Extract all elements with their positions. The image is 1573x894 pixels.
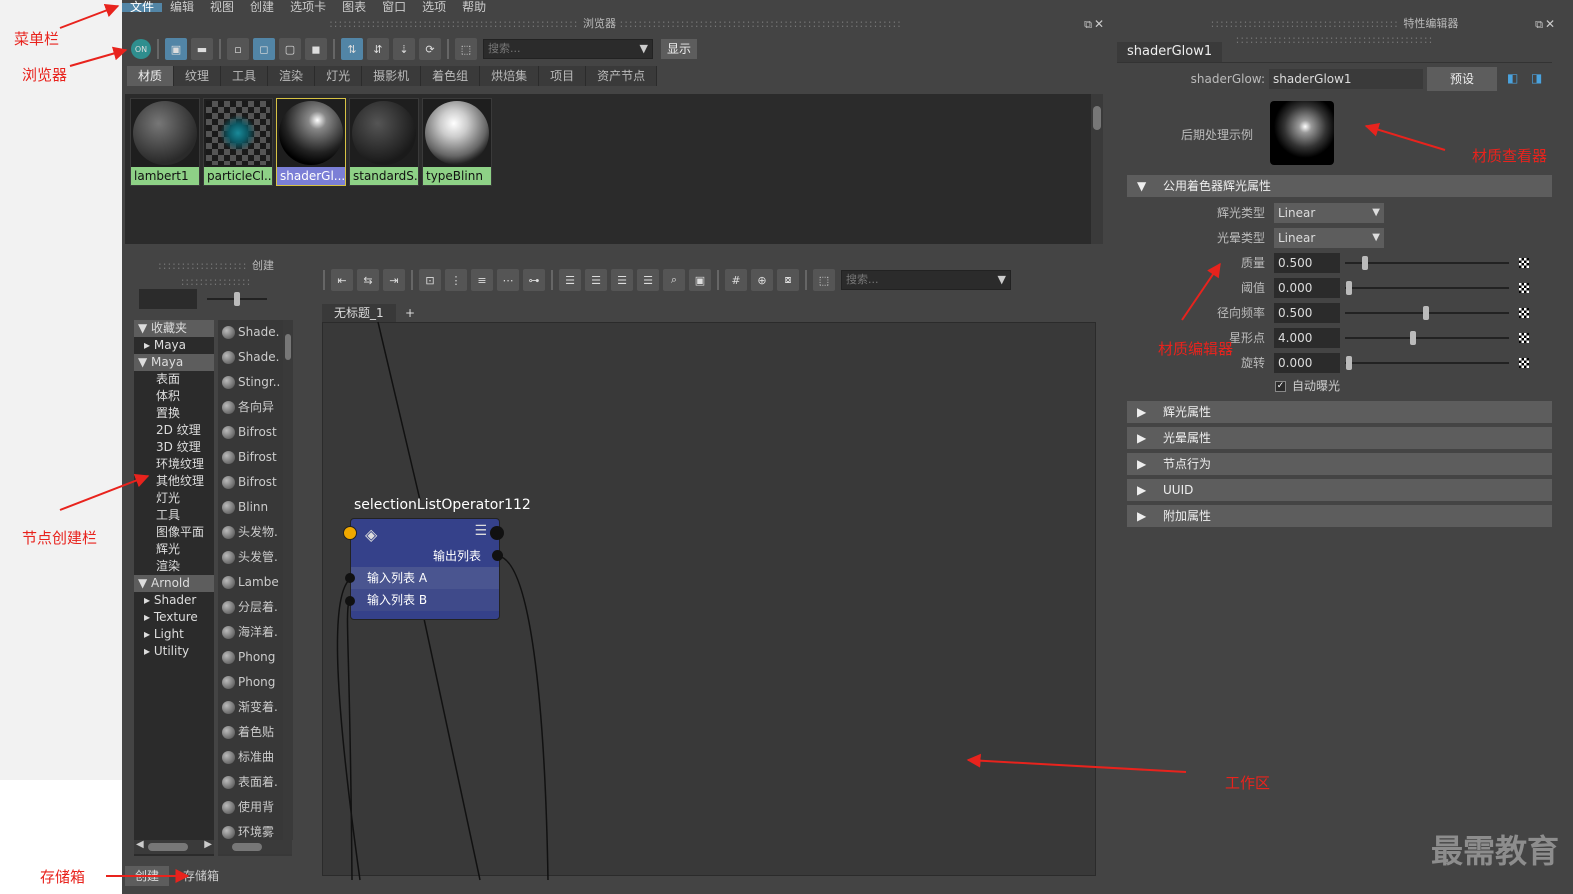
annotation-viewer: 材质查看器 — [1472, 147, 1548, 165]
annotation-menubar: 菜单栏 — [14, 30, 60, 48]
annotation-workspace: 工作区 — [1225, 774, 1271, 792]
watermark: 最需教育 — [1430, 832, 1559, 870]
annotation-bin: 存储箱 — [40, 868, 86, 886]
annotation-editor: 材质编辑器 — [1158, 340, 1234, 358]
annotation-arrows — [59, 3, 1446, 883]
annotation-create-bar: 节点创建栏 — [22, 529, 98, 547]
annotation-browser: 浏览器 — [22, 66, 68, 84]
